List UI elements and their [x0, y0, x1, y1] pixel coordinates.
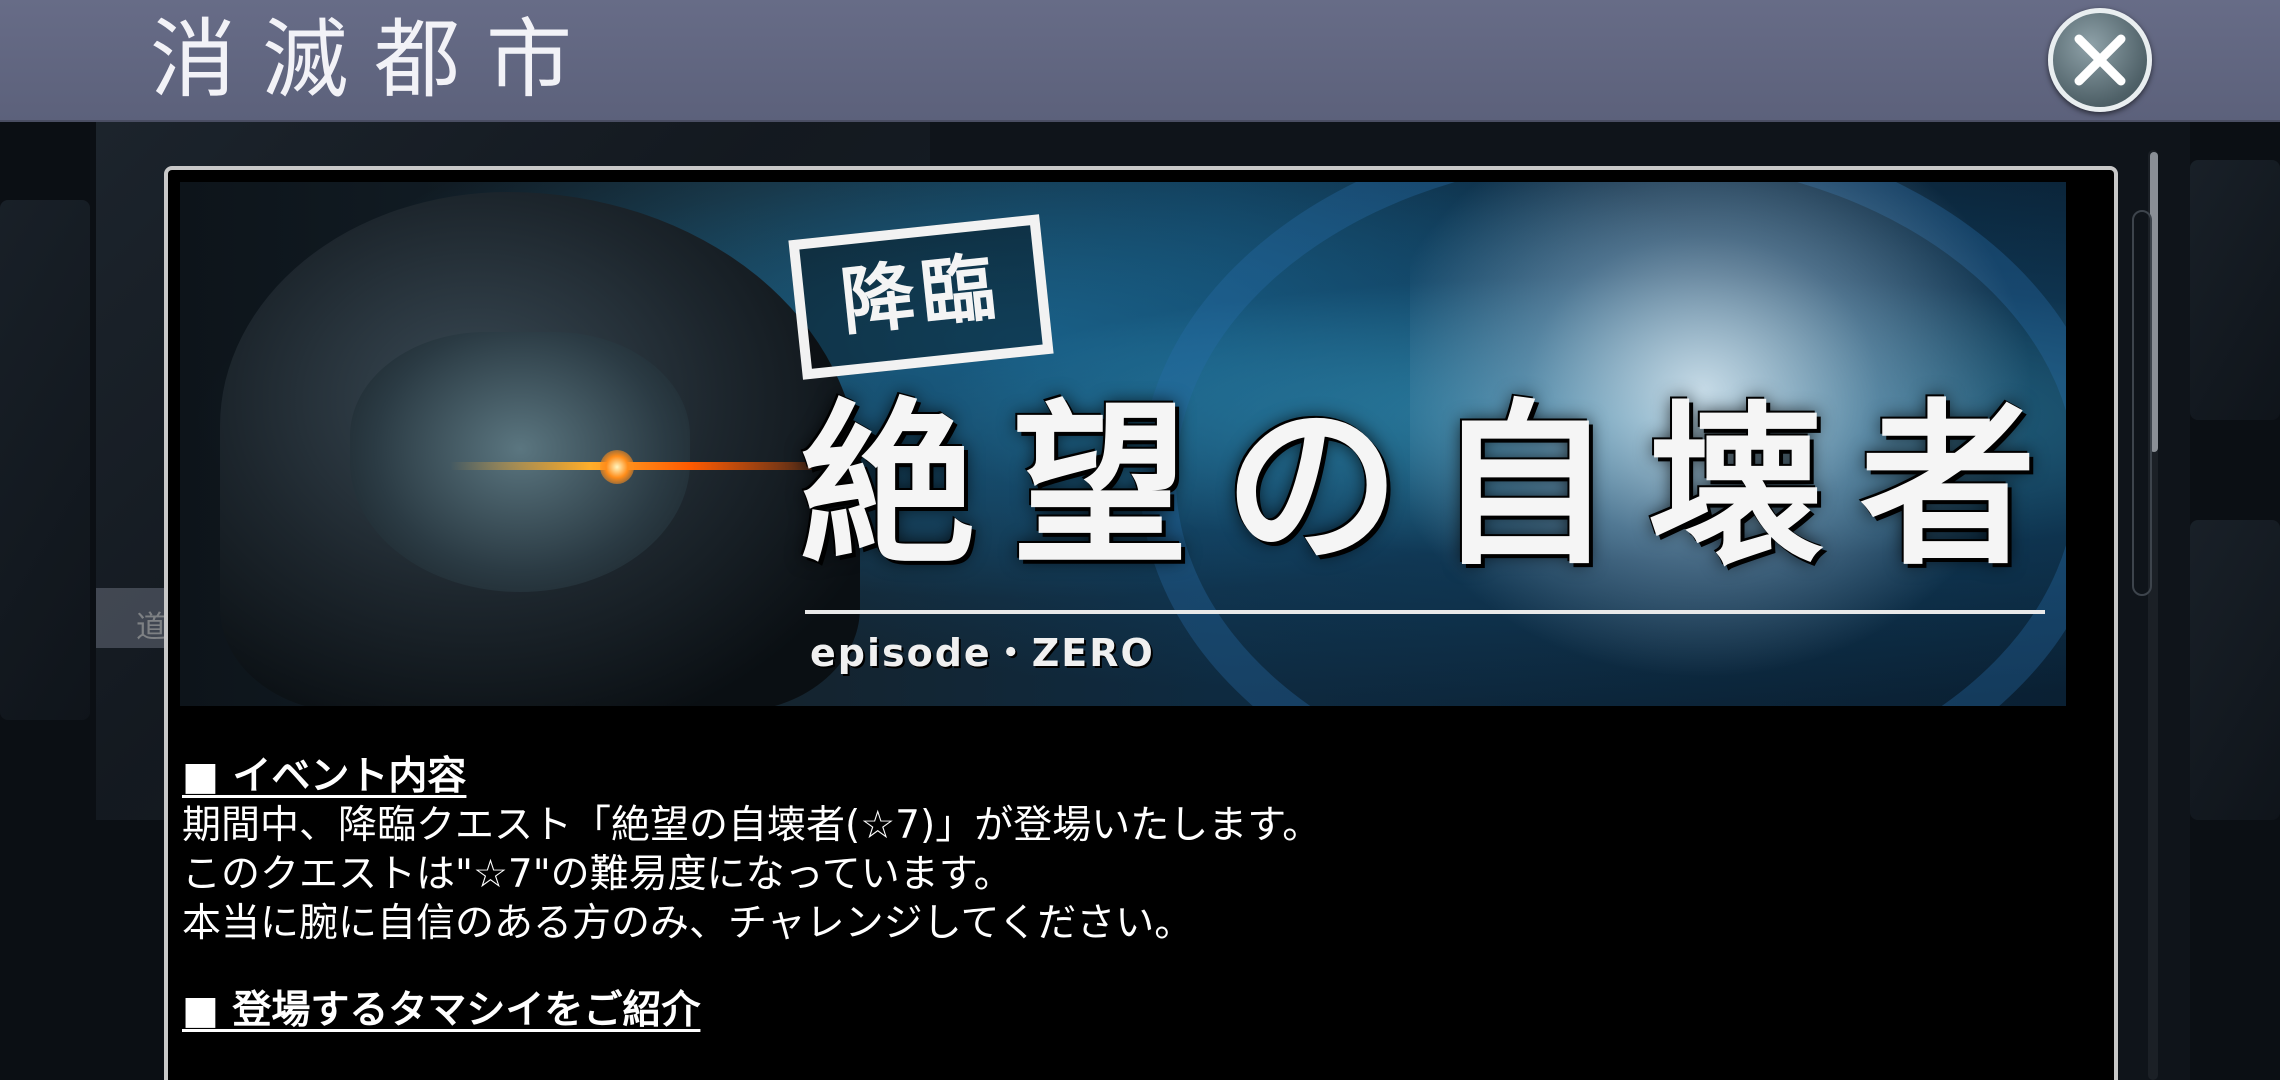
description-line: 期間中、降臨クエスト「絶望の自壊者(☆7)」が登場いたします。	[182, 803, 1322, 848]
banner-eye	[600, 450, 634, 484]
event-description: ■ イベント内容 期間中、降臨クエスト「絶望の自壊者(☆7)」が登場いたします。…	[182, 752, 2042, 1035]
background-tab-label: 道	[136, 610, 166, 645]
header-bar: 消滅都市	[0, 0, 2280, 120]
background-decoration	[2190, 520, 2280, 820]
banner-subtitle: episode・ZERO	[810, 631, 1155, 675]
section-heading-event-details: ■ イベント内容	[182, 754, 467, 799]
event-banner: 降臨 絶望の自壊者 episode・ZERO	[180, 182, 2066, 706]
description-line: 本当に腕に自信のある方のみ、チャレンジしてください。	[182, 901, 1194, 946]
description-line: このクエストは"☆7"の難易度になっています。	[182, 852, 1013, 897]
screen: 道 消滅都市 降臨 絶望の自壊者 episode・ZERO ■ イベント内容 期…	[0, 0, 2280, 1080]
background-decoration	[2190, 160, 2280, 420]
banner-title: 絶望の自壊者	[800, 384, 2066, 589]
event-detail-modal: 降臨 絶望の自壊者 episode・ZERO ■ イベント内容 期間中、降臨クエ…	[164, 166, 2118, 1080]
background-decoration	[0, 200, 90, 720]
close-icon	[2074, 34, 2126, 86]
banner-tag: 降臨	[788, 214, 1054, 380]
banner-underline	[805, 610, 2045, 614]
scrollbar-frame	[2132, 210, 2152, 596]
banner-eye-glow	[450, 462, 850, 470]
section-heading-featured-souls: ■ 登場するタマシイをご紹介	[182, 988, 701, 1033]
close-button[interactable]	[2048, 8, 2152, 112]
page-title: 消滅都市	[150, 10, 598, 110]
